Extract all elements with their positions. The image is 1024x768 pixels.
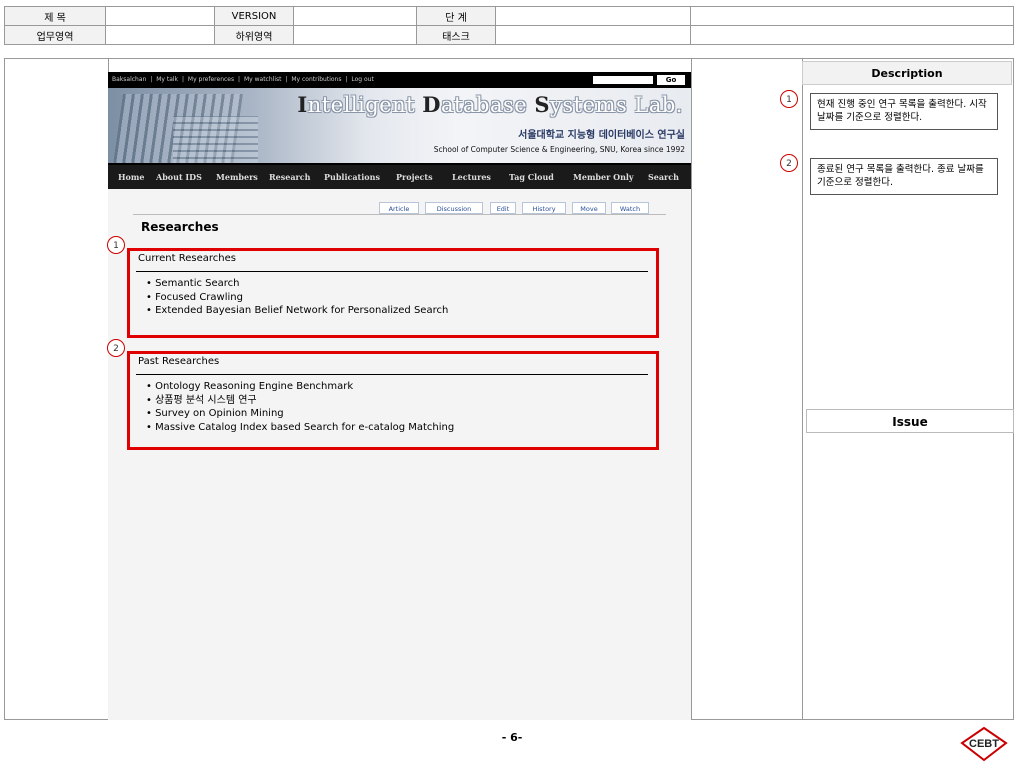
- my-talk-link[interactable]: My talk: [156, 76, 178, 83]
- my-preferences-link[interactable]: My preferences: [188, 76, 234, 83]
- title-label: 제 목: [4, 6, 106, 26]
- nav-research[interactable]: Research: [269, 172, 310, 182]
- stage-value: [495, 6, 691, 26]
- user-toolbar: Baksalchan | My talk | My preferences | …: [108, 72, 691, 88]
- marker-1: 1: [107, 236, 125, 254]
- sub-area-value: [293, 25, 417, 45]
- tab-move[interactable]: Move: [572, 202, 606, 214]
- site-banner: Intelligent Database Systems Lab. 서울대학교 …: [108, 88, 691, 163]
- go-button[interactable]: Go: [657, 75, 685, 85]
- my-contributions-link[interactable]: My contributions: [291, 76, 341, 83]
- stage-label: 단 계: [416, 6, 496, 26]
- page-title: Researches: [141, 220, 219, 234]
- marker-1: 1: [780, 90, 798, 108]
- user-link[interactable]: Baksalchan: [112, 76, 146, 83]
- nav-search[interactable]: Search: [648, 172, 679, 182]
- current-researches-highlight: [127, 248, 659, 338]
- document-header-table: 제 목 VERSION 단 계 업무영역 하위영역 태스크: [4, 6, 1014, 45]
- nav-lectures[interactable]: Lectures: [452, 172, 491, 182]
- separator: |: [238, 76, 241, 83]
- tabs-underline: [133, 214, 666, 215]
- extra-cell: [690, 6, 1014, 26]
- nav-about-ids[interactable]: About IDS: [156, 172, 202, 182]
- log-out-link[interactable]: Log out: [351, 76, 373, 83]
- business-area-label: 업무영역: [4, 25, 106, 45]
- tab-article[interactable]: Article: [379, 202, 419, 214]
- building-image-2: [173, 116, 258, 163]
- task-value: [495, 25, 691, 45]
- title-value: [105, 6, 215, 26]
- nav-home[interactable]: Home: [118, 172, 144, 182]
- site-logo[interactable]: Intelligent Database Systems Lab.: [297, 92, 683, 117]
- description-note-2: 종료된 연구 목록을 출력한다. 종료 날짜를 기준으로 정렬한다.: [810, 158, 998, 195]
- main-nav: Home About IDS Members Research Publicat…: [108, 163, 691, 189]
- version-label: VERSION: [214, 6, 294, 26]
- nav-members[interactable]: Members: [216, 172, 258, 182]
- separator: |: [150, 76, 153, 83]
- tab-watch[interactable]: Watch: [611, 202, 649, 214]
- task-label: 태스크: [416, 25, 496, 45]
- school-line: School of Computer Science & Engineering…: [433, 145, 685, 154]
- version-value: [293, 6, 417, 26]
- nav-projects[interactable]: Projects: [396, 172, 433, 182]
- tab-history[interactable]: History: [522, 202, 566, 214]
- separator: |: [181, 76, 184, 83]
- past-researches-highlight: [127, 351, 659, 450]
- nav-member-only[interactable]: Member Only: [573, 172, 634, 182]
- separator: |: [285, 76, 288, 83]
- separator: |: [345, 76, 348, 83]
- my-watchlist-link[interactable]: My watchlist: [244, 76, 282, 83]
- cebt-logo-text: CEBT: [969, 738, 999, 750]
- frame-divider-right: [802, 58, 803, 720]
- nav-tag-cloud[interactable]: Tag Cloud: [509, 172, 554, 182]
- nav-publications[interactable]: Publications: [324, 172, 380, 182]
- issue-header: Issue: [806, 409, 1014, 433]
- frame-divider-mid: [691, 58, 692, 720]
- description-header: Description: [802, 61, 1012, 85]
- extra-cell-2: [690, 25, 1014, 45]
- search-input[interactable]: [593, 76, 653, 84]
- description-note-1: 현재 진행 중인 연구 목록을 출력한다. 시작 날짜를 기준으로 정렬한다.: [810, 93, 998, 130]
- marker-2: 2: [780, 154, 798, 172]
- korean-lab-name: 서울대학교 지능형 데이터베이스 연구실: [518, 130, 685, 141]
- tab-edit[interactable]: Edit: [490, 202, 516, 214]
- page-number: - 6-: [501, 731, 523, 744]
- sub-area-label: 하위영역: [214, 25, 294, 45]
- tab-discussion[interactable]: Discussion: [425, 202, 483, 214]
- marker-2: 2: [107, 339, 125, 357]
- cebt-logo: CEBT: [960, 726, 1008, 762]
- business-area-value: [105, 25, 215, 45]
